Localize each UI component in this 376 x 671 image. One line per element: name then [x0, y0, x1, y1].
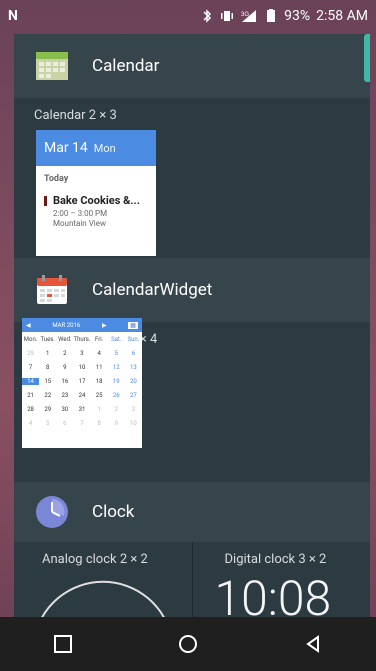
day-cell[interactable]: 8 — [91, 420, 108, 427]
day-cell[interactable]: 15 — [39, 378, 56, 385]
recents-button[interactable] — [43, 624, 83, 664]
day-cell[interactable]: 2 — [56, 350, 73, 357]
vibrate-icon — [220, 9, 234, 23]
app-name-calendar: Calendar — [92, 56, 160, 76]
day-cell[interactable]: 5 — [39, 420, 56, 427]
calendar-app-icon — [34, 48, 70, 84]
day-cell[interactable]: 11 — [91, 364, 108, 371]
day-cell[interactable]: 1 — [91, 406, 108, 413]
day-cell[interactable]: 7 — [22, 364, 39, 371]
day-cell[interactable]: 21 — [22, 392, 39, 399]
weekday-label: Sun. — [127, 336, 140, 343]
digital-clock-preview: 10:08 — [214, 570, 332, 620]
app-name-clock: Clock — [92, 502, 135, 522]
app-name-calendarwidget: CalendarWidget — [92, 280, 213, 300]
weekday-label: Wed. — [58, 336, 72, 343]
home-button[interactable] — [168, 624, 208, 664]
month-preview-header: ◀ MAR 2016 ▶ ▦ — [22, 318, 142, 332]
day-cell[interactable]: 30 — [56, 406, 73, 413]
day-cell[interactable]: 23 — [56, 392, 73, 399]
event-time: 2:00 – 3:00 PM — [53, 209, 108, 218]
event-location: Mountain View — [53, 219, 106, 228]
n-notification-icon: N — [8, 8, 18, 24]
back-button[interactable] — [293, 624, 333, 664]
battery-icon — [264, 9, 278, 23]
day-cell[interactable]: 3 — [125, 406, 142, 413]
app-header-calendarwidget: CalendarWidget — [14, 258, 370, 322]
calendar-widget-preview[interactable]: Mar 14 Mon Today Bake Cookies &... 2:00 … — [36, 130, 156, 256]
widget-label: Digital clock 3 × 2 — [224, 552, 327, 567]
day-cell[interactable]: 12 — [108, 364, 125, 371]
status-bar: N 3G 93% 2:58 AM — [0, 0, 376, 32]
event-color-bar — [44, 196, 47, 206]
analog-clock-preview — [39, 580, 167, 620]
day-cell[interactable]: 14 — [22, 378, 40, 385]
day-cell[interactable]: 24 — [73, 392, 90, 399]
calendar-preview-header: Mar 14 Mon — [36, 130, 156, 166]
day-cell[interactable]: 13 — [125, 364, 142, 371]
day-cell[interactable]: 6 — [56, 420, 73, 427]
day-cell[interactable]: 2 — [108, 406, 125, 413]
signal-3g-icon: 3G — [240, 9, 258, 23]
next-month-icon: ▶ — [101, 321, 107, 329]
navigation-bar — [0, 617, 376, 671]
widget-label: Analog clock 2 × 2 — [42, 552, 148, 567]
day-cell[interactable]: 27 — [125, 392, 142, 399]
weekday-label: Mon. — [23, 336, 38, 343]
widget-label: Calendar 2 × 3 — [34, 108, 117, 123]
day-cell[interactable]: 4 — [91, 350, 108, 357]
day-cell[interactable]: 29 — [22, 350, 39, 357]
weekday-label: Tues. — [40, 336, 55, 343]
day-cell[interactable]: 28 — [22, 406, 39, 413]
app-header-calendar: Calendar — [14, 34, 370, 98]
day-cell[interactable]: 5 — [108, 350, 125, 357]
weekday-label: Thurs. — [73, 336, 91, 343]
day-cell[interactable]: 25 — [91, 392, 108, 399]
day-cell[interactable]: 16 — [56, 378, 73, 385]
day-cell[interactable]: 8 — [39, 364, 56, 371]
circle-icon — [178, 635, 197, 653]
app-header-clock: Clock — [14, 482, 370, 542]
month-grid-body: Mon. Tues. Wed. Thurs. Fri. Sat. Sun. 29 1 2 3 4 5 6 7… — [22, 332, 142, 427]
svg-text:3G: 3G — [241, 12, 249, 18]
calendar-preview-date: Mar 14 — [44, 140, 88, 156]
day-cell[interactable]: 26 — [108, 392, 125, 399]
widget-analog-clock-2x2[interactable]: Analog clock 2 × 2 — [14, 542, 192, 620]
weekday-label: Sat. — [111, 336, 122, 343]
clock-time: 2:58 AM — [316, 8, 368, 24]
day-cell[interactable]: 20 — [125, 378, 142, 385]
event-title: Bake Cookies &... — [53, 194, 140, 207]
day-cell[interactable]: 18 — [91, 378, 108, 385]
month-calendar-preview[interactable]: ◀ MAR 2016 ▶ ▦ Mon. Tues. Wed. Thurs. Fri. Sa… — [22, 318, 142, 448]
day-cell[interactable]: 6 — [125, 350, 142, 357]
day-cell[interactable]: 22 — [39, 392, 56, 399]
day-cell[interactable]: 1 — [39, 350, 56, 357]
day-cell[interactable]: 17 — [73, 378, 90, 385]
prev-month-icon: ◀ — [26, 321, 31, 329]
day-cell[interactable]: 10 — [73, 364, 90, 371]
square-icon — [53, 635, 72, 653]
day-cell[interactable]: 4 — [22, 420, 39, 427]
day-cell[interactable]: 7 — [73, 420, 90, 427]
day-cell[interactable]: 10 — [125, 420, 142, 427]
calendar-preview-weekday: Mon — [93, 141, 116, 155]
weekday-label: Fri. — [94, 336, 104, 343]
clock-widgets-row: Analog clock 2 × 2 Digital clock 3 × 2 1… — [14, 542, 370, 620]
day-cell[interactable]: 3 — [73, 350, 90, 357]
clock-app-icon — [34, 494, 70, 530]
calendar-preview-today: Today — [44, 174, 69, 184]
day-cell[interactable]: 19 — [108, 378, 125, 385]
day-cell[interactable]: 31 — [73, 406, 90, 413]
day-cell[interactable]: 29 — [39, 406, 56, 413]
calendar-menu-icon: ▦ — [128, 321, 138, 329]
back-triangle-icon — [306, 635, 320, 653]
widget-digital-clock-3x2[interactable]: Digital clock 3 × 2 10:08 — [191, 542, 371, 620]
bluetooth-icon — [200, 9, 214, 23]
battery-percent: 93% — [284, 8, 311, 24]
scroll-indicator — [364, 34, 370, 82]
day-cell[interactable]: 9 — [108, 420, 125, 427]
day-cell[interactable]: 9 — [56, 364, 73, 371]
calendar-widget-app-icon — [34, 272, 70, 308]
month-title: MAR 2016 — [52, 321, 81, 329]
